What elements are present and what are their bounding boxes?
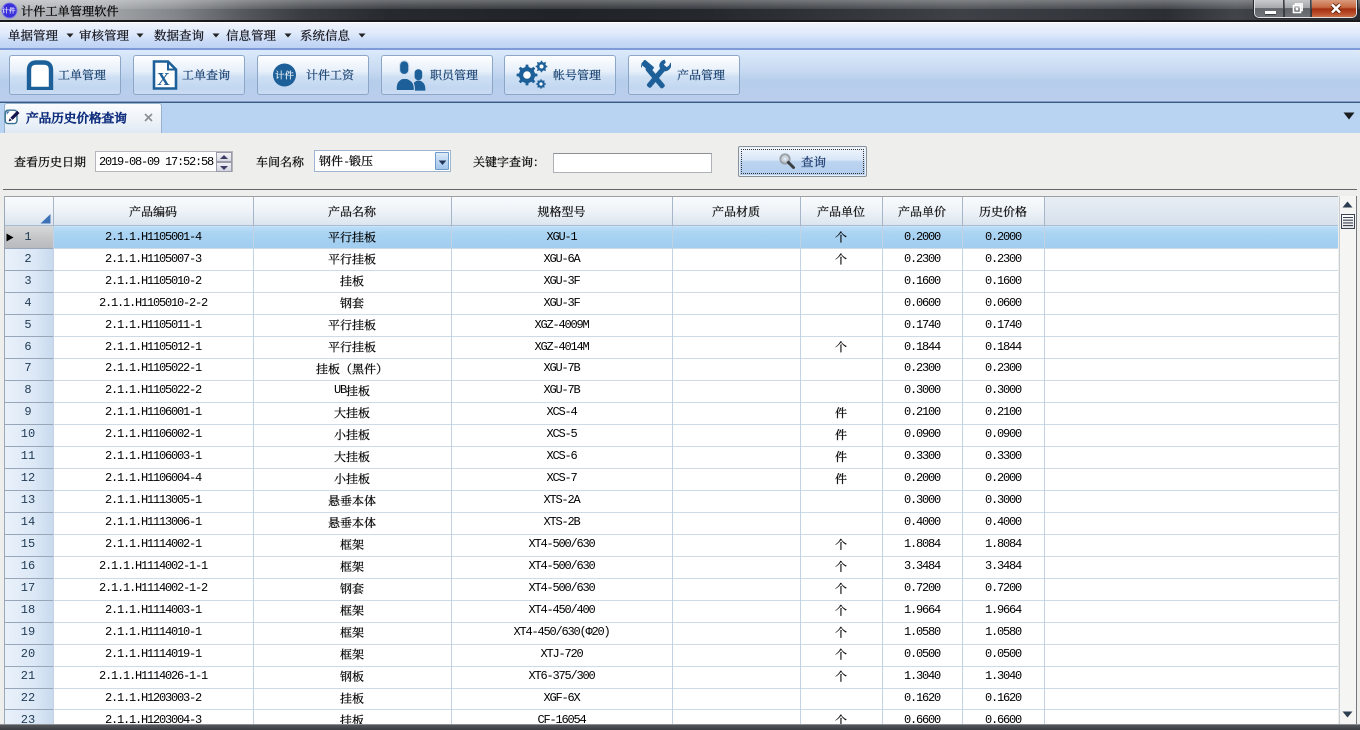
svg-text:X: X	[157, 69, 170, 89]
